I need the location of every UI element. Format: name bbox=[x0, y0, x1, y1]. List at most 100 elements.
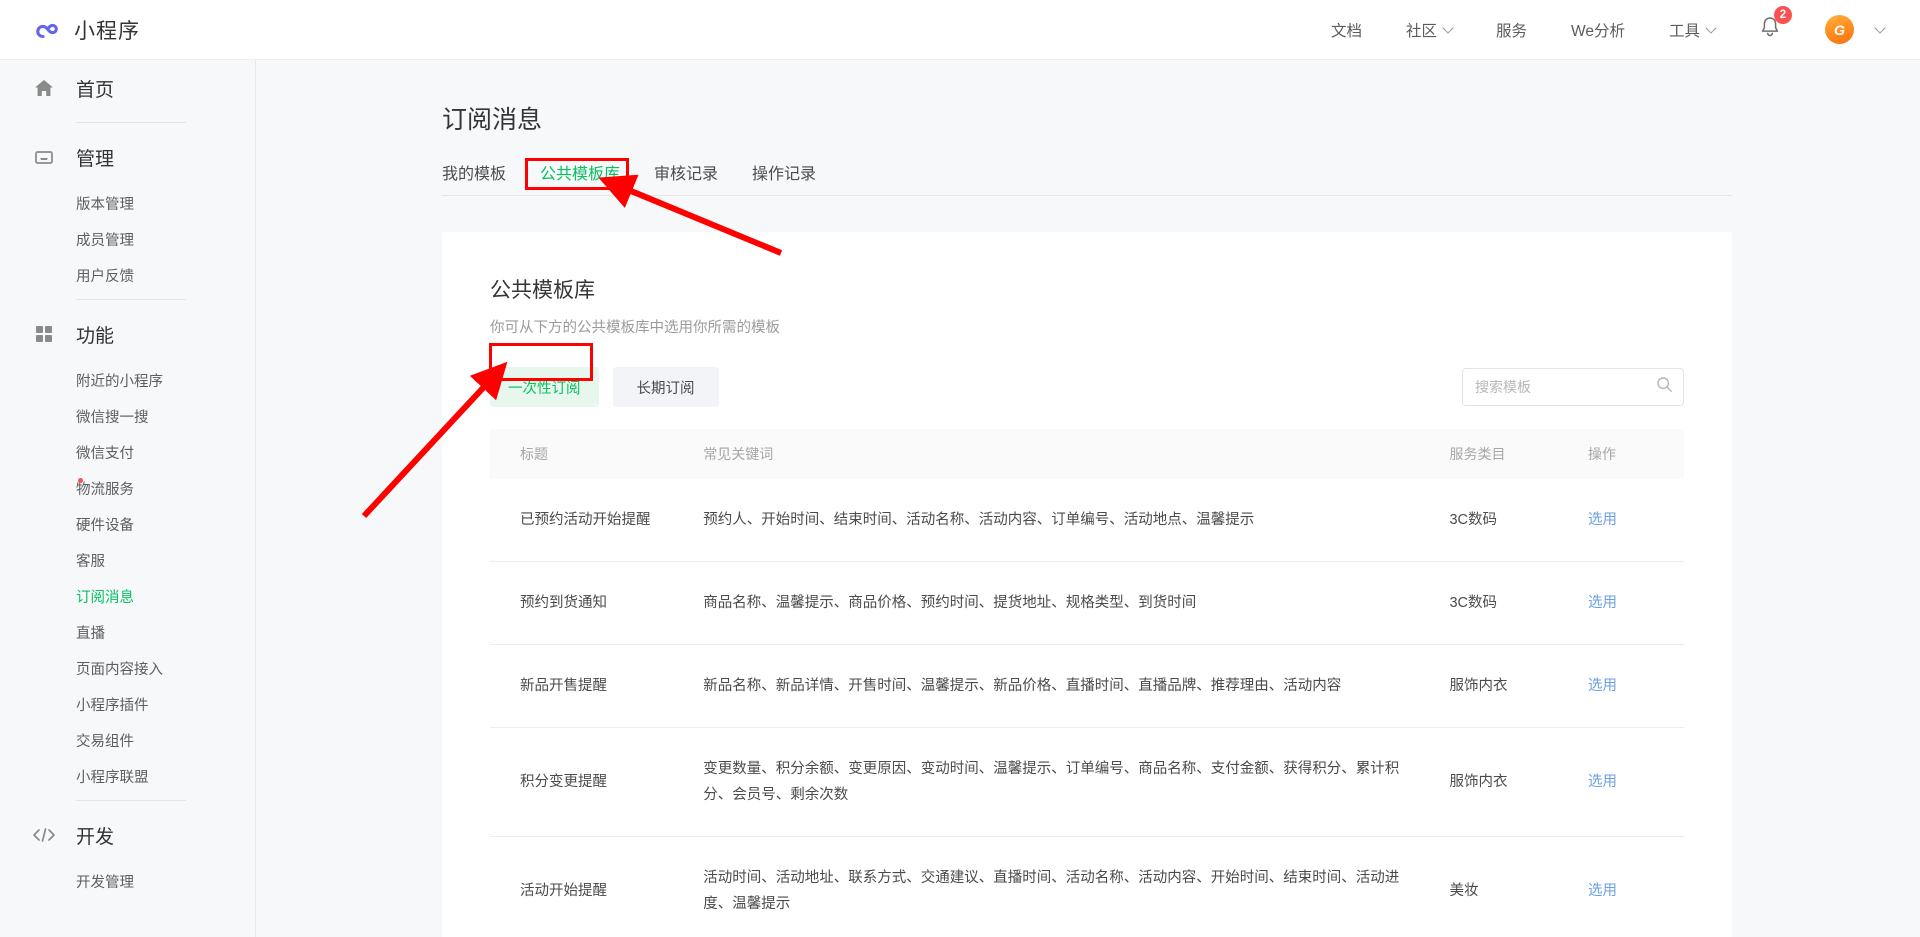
cell-category: 美妆 bbox=[1449, 836, 1589, 937]
home-icon bbox=[32, 76, 56, 100]
notifications-button[interactable]: 2 bbox=[1759, 6, 1792, 44]
sidebar-item-label: 客服 bbox=[76, 553, 105, 570]
sidebar-item-label: 小程序插件 bbox=[76, 697, 149, 714]
search-box[interactable] bbox=[1462, 368, 1684, 406]
chevron-down-icon bbox=[1442, 22, 1454, 34]
sidebar-group-development[interactable]: 开发 bbox=[0, 807, 255, 863]
cell-keywords: 活动时间、活动地址、联系方式、交通建议、直播时间、活动名称、活动内容、开始时间、… bbox=[703, 836, 1450, 937]
cell-keywords: 商品名称、温馨提示、商品价格、预约时间、提货地址、规格类型、到货时间 bbox=[703, 561, 1450, 645]
sidebar-item-label: 微信搜一搜 bbox=[76, 409, 149, 426]
sidebar-item-development-management[interactable]: 开发管理 bbox=[0, 863, 255, 899]
sidebar-item-logistics[interactable]: 物流服务 bbox=[0, 470, 255, 506]
filter-row: 一次性订阅 长期订阅 bbox=[490, 367, 1684, 407]
mini-program-logo-icon bbox=[32, 15, 62, 45]
column-header-category: 服务类目 bbox=[1449, 429, 1589, 479]
avatar: G bbox=[1825, 15, 1854, 44]
nav-item-tools[interactable]: 工具 bbox=[1669, 19, 1717, 41]
sidebar-group-home[interactable]: 首页 bbox=[0, 60, 255, 116]
sidebar-group-features[interactable]: 功能 bbox=[0, 306, 255, 362]
nav-item-service[interactable]: 服务 bbox=[1496, 19, 1527, 41]
sidebar-item-member-management[interactable]: 成员管理 bbox=[0, 221, 255, 257]
segment-longterm-subscription[interactable]: 长期订阅 bbox=[612, 367, 719, 407]
table-row: 预约到货通知 商品名称、温馨提示、商品价格、预约时间、提货地址、规格类型、到货时… bbox=[490, 561, 1684, 645]
sidebar-item-trade-components[interactable]: 交易组件 bbox=[0, 722, 255, 758]
sidebar-group-label: 开发 bbox=[76, 826, 115, 848]
table-header: 标题 常见关键词 服务类目 操作 bbox=[490, 429, 1684, 479]
tab-label: 公共模板库 bbox=[540, 166, 621, 183]
public-template-card: 公共模板库 你可从下方的公共模板库中选用你所需的模板 一次性订阅 长期订阅 搜索… bbox=[442, 232, 1732, 937]
template-table: 标题 常见关键词 服务类目 操作 已预约活动开始提醒 预约人、开始时间、结束时间… bbox=[490, 429, 1684, 937]
notification-dot-icon bbox=[78, 478, 83, 483]
cell-title: 新品开售提醒 bbox=[490, 644, 704, 728]
sidebar-item-live-streaming[interactable]: 直播 bbox=[0, 614, 255, 650]
use-template-link[interactable]: 选用 bbox=[1588, 883, 1617, 899]
sidebar-item-label: 成员管理 bbox=[76, 232, 134, 249]
main-content: 订阅消息 我的模板 公共模板库 审核记录 操作记录 公共模板库 你可从下方的公共… bbox=[256, 60, 1920, 937]
sidebar-item-wechat-search[interactable]: 微信搜一搜 bbox=[0, 398, 255, 434]
sidebar-item-label: 硬件设备 bbox=[76, 517, 134, 534]
sidebar-item-wechat-pay[interactable]: 微信支付 bbox=[0, 434, 255, 470]
segment-label: 长期订阅 bbox=[636, 380, 695, 397]
tab-review-records[interactable]: 审核记录 bbox=[654, 160, 718, 184]
code-icon bbox=[32, 823, 56, 847]
search-input[interactable] bbox=[1475, 379, 1656, 395]
cell-category: 3C数码 bbox=[1449, 561, 1589, 645]
nav-label: 社区 bbox=[1405, 22, 1437, 40]
search-icon[interactable] bbox=[1656, 376, 1673, 398]
sidebar-group-label: 管理 bbox=[76, 148, 115, 170]
column-header-title: 标题 bbox=[490, 429, 704, 479]
sidebar-divider bbox=[76, 299, 186, 300]
use-template-link[interactable]: 选用 bbox=[1588, 678, 1617, 694]
card-title: 公共模板库 bbox=[490, 279, 595, 302]
sidebar-divider bbox=[76, 122, 186, 123]
card-subtitle: 你可从下方的公共模板库中选用你所需的模板 bbox=[490, 320, 780, 336]
sidebar-item-label: 直播 bbox=[76, 625, 105, 642]
segment-onetime-subscription[interactable]: 一次性订阅 bbox=[490, 367, 599, 407]
nav-item-docs[interactable]: 文档 bbox=[1331, 19, 1362, 41]
use-template-link[interactable]: 选用 bbox=[1588, 774, 1617, 790]
nav-label: We分析 bbox=[1571, 22, 1625, 40]
sidebar-item-label: 物流服务 bbox=[76, 481, 134, 498]
table-row: 活动开始提醒 活动时间、活动地址、联系方式、交通建议、直播时间、活动名称、活动内… bbox=[490, 836, 1684, 937]
brand[interactable]: 小程序 bbox=[32, 15, 140, 45]
sidebar-item-label: 页面内容接入 bbox=[76, 661, 163, 678]
top-header: 小程序 文档 社区 服务 We分析 工具 2 G bbox=[0, 0, 1920, 60]
sidebar-item-miniprogram-alliance[interactable]: 小程序联盟 bbox=[0, 758, 255, 794]
sidebar-item-subscription-messages[interactable]: 订阅消息 bbox=[0, 578, 255, 614]
cell-category: 服饰内衣 bbox=[1449, 727, 1589, 837]
page-title: 订阅消息 bbox=[442, 106, 543, 134]
sidebar-item-miniprogram-plugins[interactable]: 小程序插件 bbox=[0, 686, 255, 722]
tab-my-templates[interactable]: 我的模板 bbox=[442, 160, 506, 184]
cell-keywords: 预约人、开始时间、结束时间、活动名称、活动内容、订单编号、活动地点、温馨提示 bbox=[703, 479, 1450, 562]
sidebar-item-page-content-access[interactable]: 页面内容接入 bbox=[0, 650, 255, 686]
user-menu[interactable]: G bbox=[1825, 15, 1886, 44]
sidebar-item-label: 版本管理 bbox=[76, 196, 134, 213]
table-row: 积分变更提醒 变更数量、积分余额、变更原因、变动时间、温馨提示、订单编号、商品名… bbox=[490, 727, 1684, 837]
use-template-link[interactable]: 选用 bbox=[1588, 595, 1617, 611]
sidebar-item-label: 订阅消息 bbox=[76, 589, 134, 606]
sidebar-item-label: 开发管理 bbox=[76, 874, 134, 891]
column-header-keywords: 常见关键词 bbox=[703, 429, 1450, 479]
nav-item-we-analytics[interactable]: We分析 bbox=[1571, 19, 1625, 41]
sidebar-group-label: 首页 bbox=[76, 79, 115, 101]
sidebar-divider bbox=[76, 800, 186, 801]
sidebar-item-nearby-miniprograms[interactable]: 附近的小程序 bbox=[0, 362, 255, 398]
sidebar-item-customer-service[interactable]: 客服 bbox=[0, 542, 255, 578]
cell-category: 服饰内衣 bbox=[1449, 644, 1589, 728]
sidebar-group-label: 功能 bbox=[76, 325, 115, 347]
inbox-icon bbox=[32, 145, 56, 169]
sidebar-item-user-feedback[interactable]: 用户反馈 bbox=[0, 257, 255, 293]
use-template-link[interactable]: 选用 bbox=[1588, 512, 1617, 528]
sidebar-item-hardware-devices[interactable]: 硬件设备 bbox=[0, 506, 255, 542]
sidebar-item-version-management[interactable]: 版本管理 bbox=[0, 185, 255, 221]
sidebar-group-management[interactable]: 管理 bbox=[0, 129, 255, 185]
sidebar: 首页 管理 版本管理 成员管理 用户反馈 功能 附近的小程序 微信搜一搜 微信支… bbox=[0, 60, 256, 937]
tab-operation-records[interactable]: 操作记录 bbox=[752, 160, 816, 184]
nav-item-community[interactable]: 社区 bbox=[1405, 19, 1454, 41]
chevron-down-icon bbox=[1874, 22, 1886, 34]
nav-label: 服务 bbox=[1495, 22, 1527, 40]
sidebar-item-label: 用户反馈 bbox=[76, 268, 134, 285]
tab-public-template-library[interactable]: 公共模板库 bbox=[540, 160, 620, 184]
chevron-down-icon bbox=[1705, 22, 1717, 34]
sidebar-item-label: 微信支付 bbox=[76, 445, 134, 462]
